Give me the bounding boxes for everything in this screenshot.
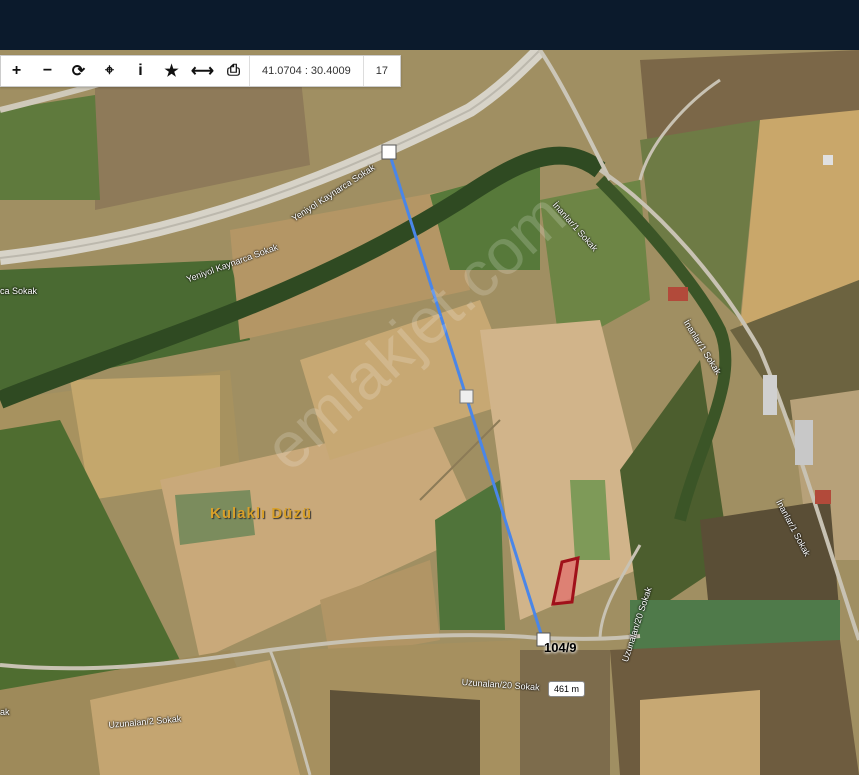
info-button[interactable]: i [125,56,156,86]
zoom-out-button[interactable]: − [32,56,63,86]
place-name-label: Kulaklı Düzü [210,505,313,522]
map-toolbar: + − ⟳ ⌖ i ★ ⟷ ⎙ 41.0704 : 30.4009 17 [0,55,401,87]
info-icon: i [138,62,143,79]
parcel-label: 104/9 [544,640,577,655]
print-button[interactable]: ⎙ [218,56,249,86]
road-label: ca Sokak [0,286,38,296]
measure-button[interactable]: ⟷ [187,56,218,86]
locate-button[interactable]: ⌖ [94,56,125,86]
zoom-in-icon: + [11,62,22,79]
zoom-out-icon: − [42,62,53,79]
measure-start-handle [381,144,397,160]
zoom-in-button[interactable]: + [1,56,32,86]
favorite-button[interactable]: ★ [156,56,187,86]
print-icon: ⎙ [227,62,240,79]
field [520,650,610,775]
refresh-button[interactable]: ⟳ [63,56,94,86]
field [330,690,480,775]
satellite-map[interactable]: emlakjet.com Yeniyol Kaynarca Sokak Yeni… [0,50,859,775]
coordinate-readout: 41.0704 : 30.4009 [262,65,351,77]
field [570,480,610,560]
refresh-icon: ⟳ [71,63,86,80]
locate-icon: ⌖ [104,62,114,79]
field [640,690,760,775]
distance-label: 461 m [548,681,586,697]
top-header-bar [0,0,859,50]
zoom-level-readout: 17 [375,65,388,77]
map-imagery [0,50,859,775]
measure-mid-handle [459,389,474,404]
road-label: ak [0,707,10,717]
field [0,95,100,200]
star-icon: ★ [164,63,179,80]
measure-icon: ⟷ [191,63,214,80]
